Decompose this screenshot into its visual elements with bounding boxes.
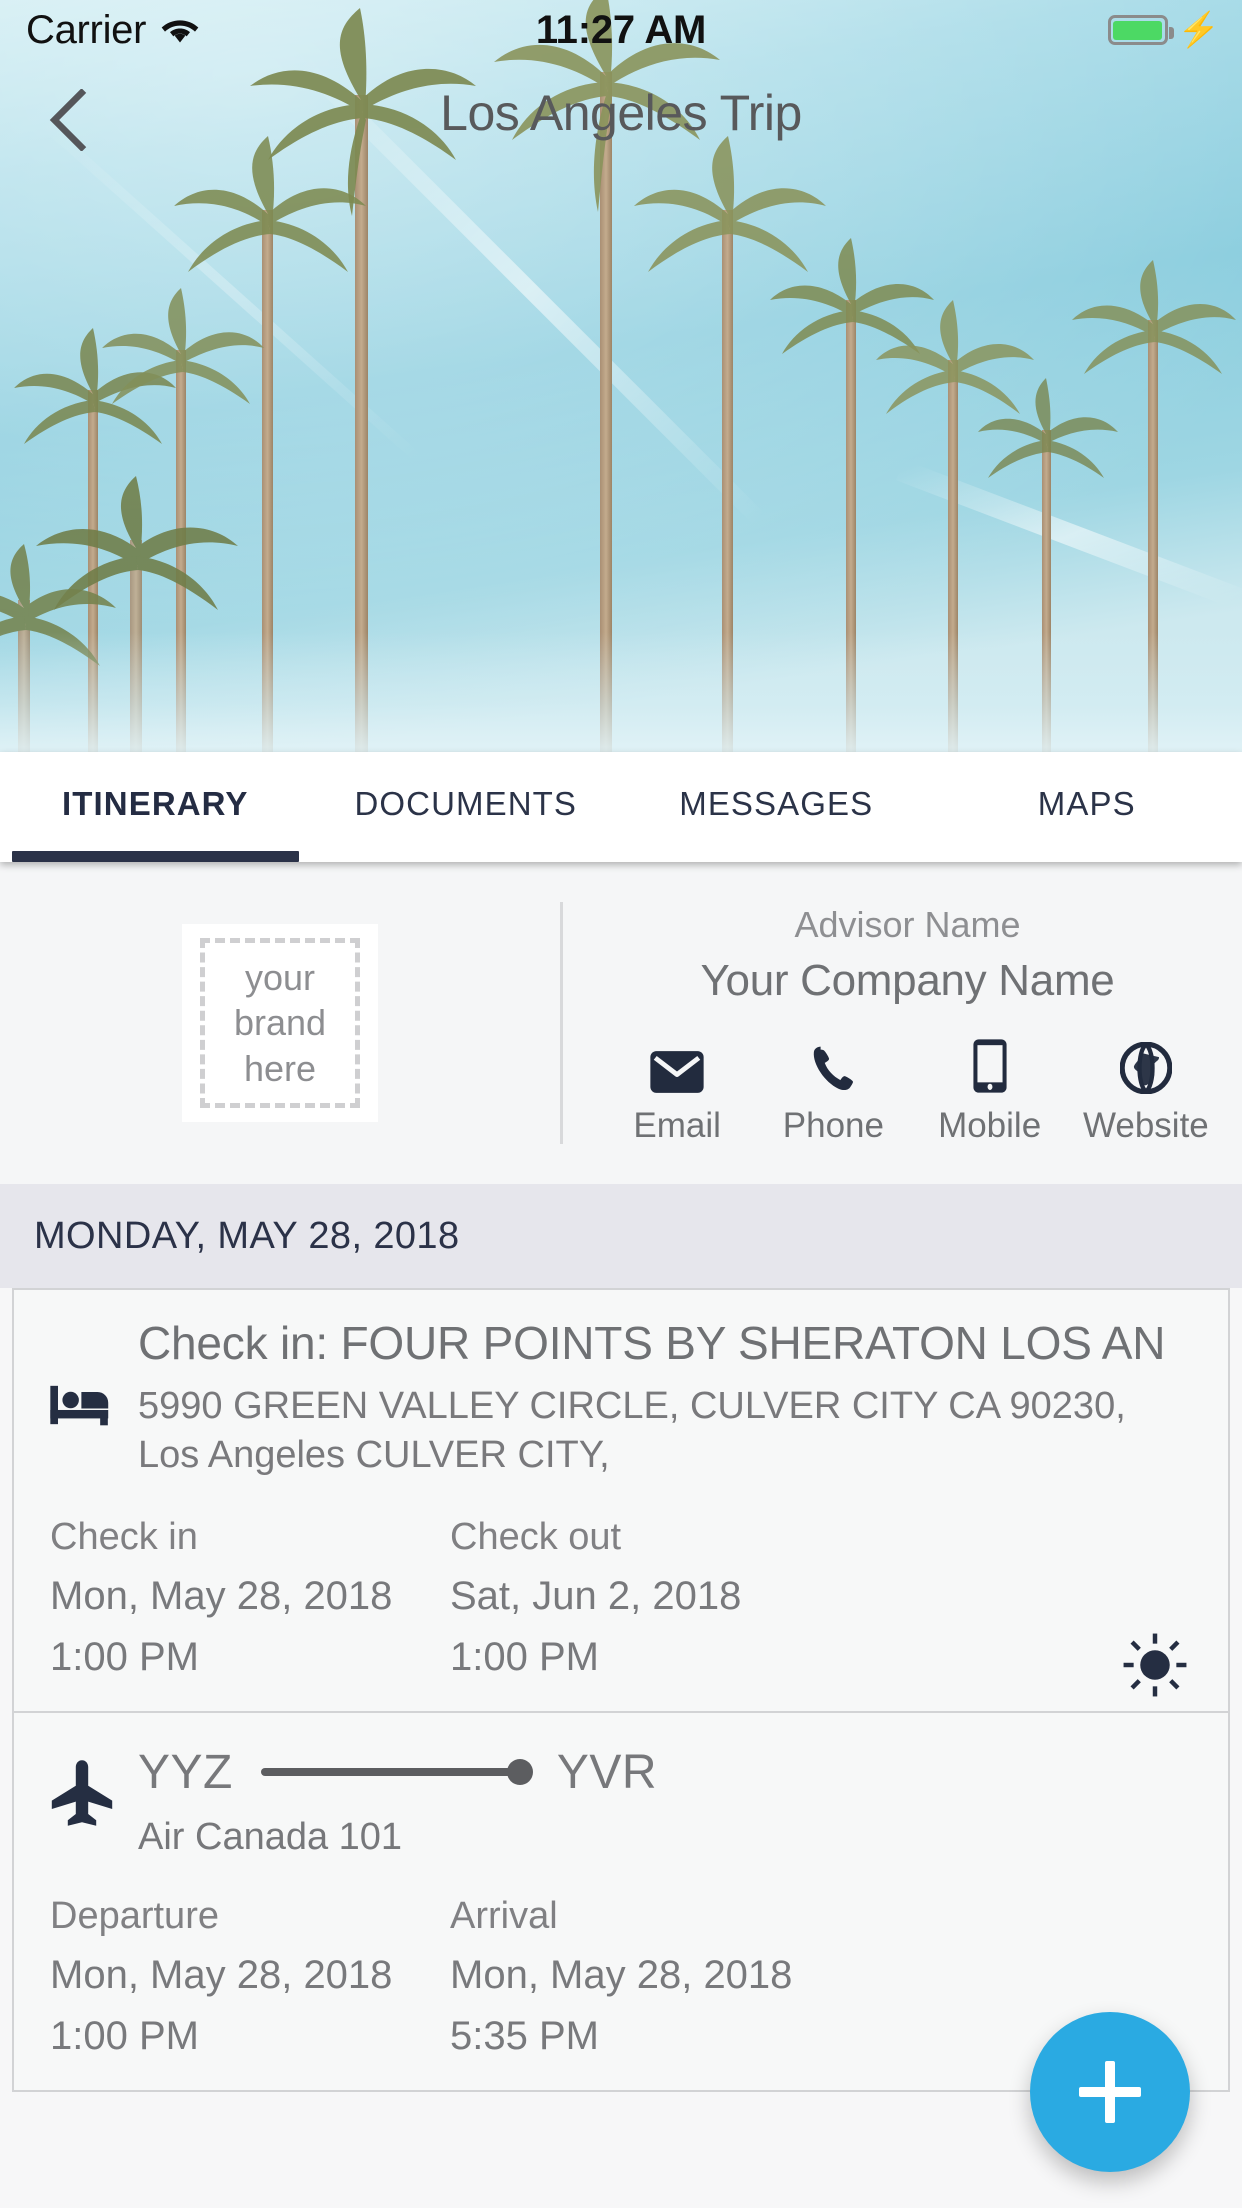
clock-label: 11:27 AM xyxy=(535,7,707,52)
contact-phone-label: Phone xyxy=(782,1106,884,1145)
flight-departure-col: Departure Mon, May 28, 2018 1:00 PM xyxy=(50,1895,450,2060)
checkin-label: Check in xyxy=(50,1515,198,1558)
plus-icon xyxy=(1079,2061,1141,2123)
advisor-name-label: Advisor Name xyxy=(794,904,1021,945)
flight-origin: YYZ xyxy=(138,1745,233,1799)
tab-itinerary[interactable]: ITINERARY xyxy=(0,752,311,862)
hotel-checkout-col: Check out Sat, Jun 2, 2018 1:00 PM xyxy=(450,1516,1192,1681)
hotel-dates: Check in Mon, May 28, 2018 1:00 PM Check… xyxy=(50,1516,1192,1681)
date-label: MONDAY, MAY 28, 2018 xyxy=(34,1214,460,1257)
page-title: Los Angeles Trip xyxy=(440,85,802,141)
status-bar-right: ⚡ xyxy=(1107,11,1220,49)
arrival-date: Mon, May 28, 2018 xyxy=(450,1952,793,1997)
status-bar: Carrier 11:27 AM ⚡ xyxy=(0,0,1242,60)
brand-logo-wrap: your brand here xyxy=(0,924,560,1122)
arrival-label: Arrival xyxy=(450,1894,558,1937)
flight-times: Departure Mon, May 28, 2018 1:00 PM Arri… xyxy=(50,1895,1192,2060)
brand-placeholder[interactable]: your brand here xyxy=(182,924,378,1122)
checkout-time: 1:00 PM xyxy=(450,1634,599,1679)
charging-bolt-icon: ⚡ xyxy=(1177,11,1220,49)
flight-route: YYZ YVR xyxy=(138,1745,1192,1800)
sun-icon xyxy=(1123,1633,1187,1697)
departure-date: Mon, May 28, 2018 xyxy=(50,1952,393,1997)
brand-line-1: your xyxy=(244,956,316,998)
hotel-address: 5990 GREEN VALLEY CIRCLE, CULVER CITY CA… xyxy=(138,1385,1126,1476)
contact-mobile-label: Mobile xyxy=(938,1106,1042,1145)
bed-icon xyxy=(50,1316,132,1480)
departure-time: 1:00 PM xyxy=(50,2014,199,2059)
advisor-section: your brand here Advisor Name Your Compan… xyxy=(0,862,1242,1184)
add-item-fab[interactable] xyxy=(1030,2012,1190,2172)
hero-bottom-fade xyxy=(0,632,1242,752)
flight-card[interactable]: YYZ YVR Air Canada 101 Departure Mon, Ma… xyxy=(12,1712,1230,2093)
checkout-label: Check out xyxy=(450,1515,622,1558)
weather-button[interactable] xyxy=(1122,1632,1188,1703)
brand-line-3: here xyxy=(243,1047,317,1089)
contact-mobile[interactable]: Mobile xyxy=(912,1039,1068,1146)
route-line-graphic xyxy=(260,1752,533,1792)
tab-maps[interactable]: MAPS xyxy=(932,752,1242,862)
contact-email-label: Email xyxy=(633,1106,721,1145)
contact-email[interactable]: Email xyxy=(599,1040,755,1146)
brand-line-2: brand xyxy=(233,1002,327,1044)
contact-website[interactable]: Website xyxy=(1068,1040,1224,1146)
phone-handset-icon xyxy=(809,1040,857,1094)
tab-bar: ITINERARY DOCUMENTS MESSAGES MAPS xyxy=(0,752,1242,862)
checkin-date: Mon, May 28, 2018 xyxy=(50,1573,393,1618)
checkin-time: 1:00 PM xyxy=(50,1634,199,1679)
globe-icon xyxy=(1119,1040,1172,1094)
advisor-details: Advisor Name Your Company Name Email Pho… xyxy=(563,900,1242,1146)
flight-destination: YVR xyxy=(556,1745,658,1799)
contact-phone[interactable]: Phone xyxy=(755,1040,911,1146)
flight-airline: Air Canada 101 xyxy=(138,1815,403,1858)
company-name-label: Your Company Name xyxy=(700,956,1115,1005)
flight-text-block: YYZ YVR Air Canada 101 xyxy=(132,1745,1192,1859)
airplane-icon xyxy=(50,1745,132,1836)
tab-documents[interactable]: DOCUMENTS xyxy=(311,752,622,862)
date-section-header: MONDAY, MAY 28, 2018 xyxy=(0,1184,1242,1288)
app-screen: Carrier 11:27 AM ⚡ Los Angeles Trip ITIN… xyxy=(0,0,1242,2208)
departure-label: Departure xyxy=(50,1894,219,1937)
hotel-text-block: Check in: FOUR POINTS BY SHERATON LOS AN… xyxy=(132,1316,1192,1480)
hotel-title: Check in: FOUR POINTS BY SHERATON LOS AN xyxy=(138,1317,1166,1369)
hotel-card[interactable]: Check in: FOUR POINTS BY SHERATON LOS AN… xyxy=(12,1288,1230,1713)
envelope-icon xyxy=(649,1040,705,1094)
mobile-phone-icon xyxy=(971,1039,1009,1094)
battery-icon xyxy=(1107,15,1174,45)
checkout-date: Sat, Jun 2, 2018 xyxy=(450,1573,742,1618)
tab-messages[interactable]: MESSAGES xyxy=(621,752,932,862)
navigation-bar: Los Angeles Trip xyxy=(0,60,1242,170)
flight-header: YYZ YVR Air Canada 101 xyxy=(50,1739,1192,1859)
contact-website-label: Website xyxy=(1082,1106,1209,1145)
contact-actions: Email Phone Mobile Website xyxy=(573,1039,1242,1146)
hotel-checkin-col: Check in Mon, May 28, 2018 1:00 PM xyxy=(50,1516,450,1681)
hotel-header: Check in: FOUR POINTS BY SHERATON LOS AN… xyxy=(50,1316,1192,1480)
